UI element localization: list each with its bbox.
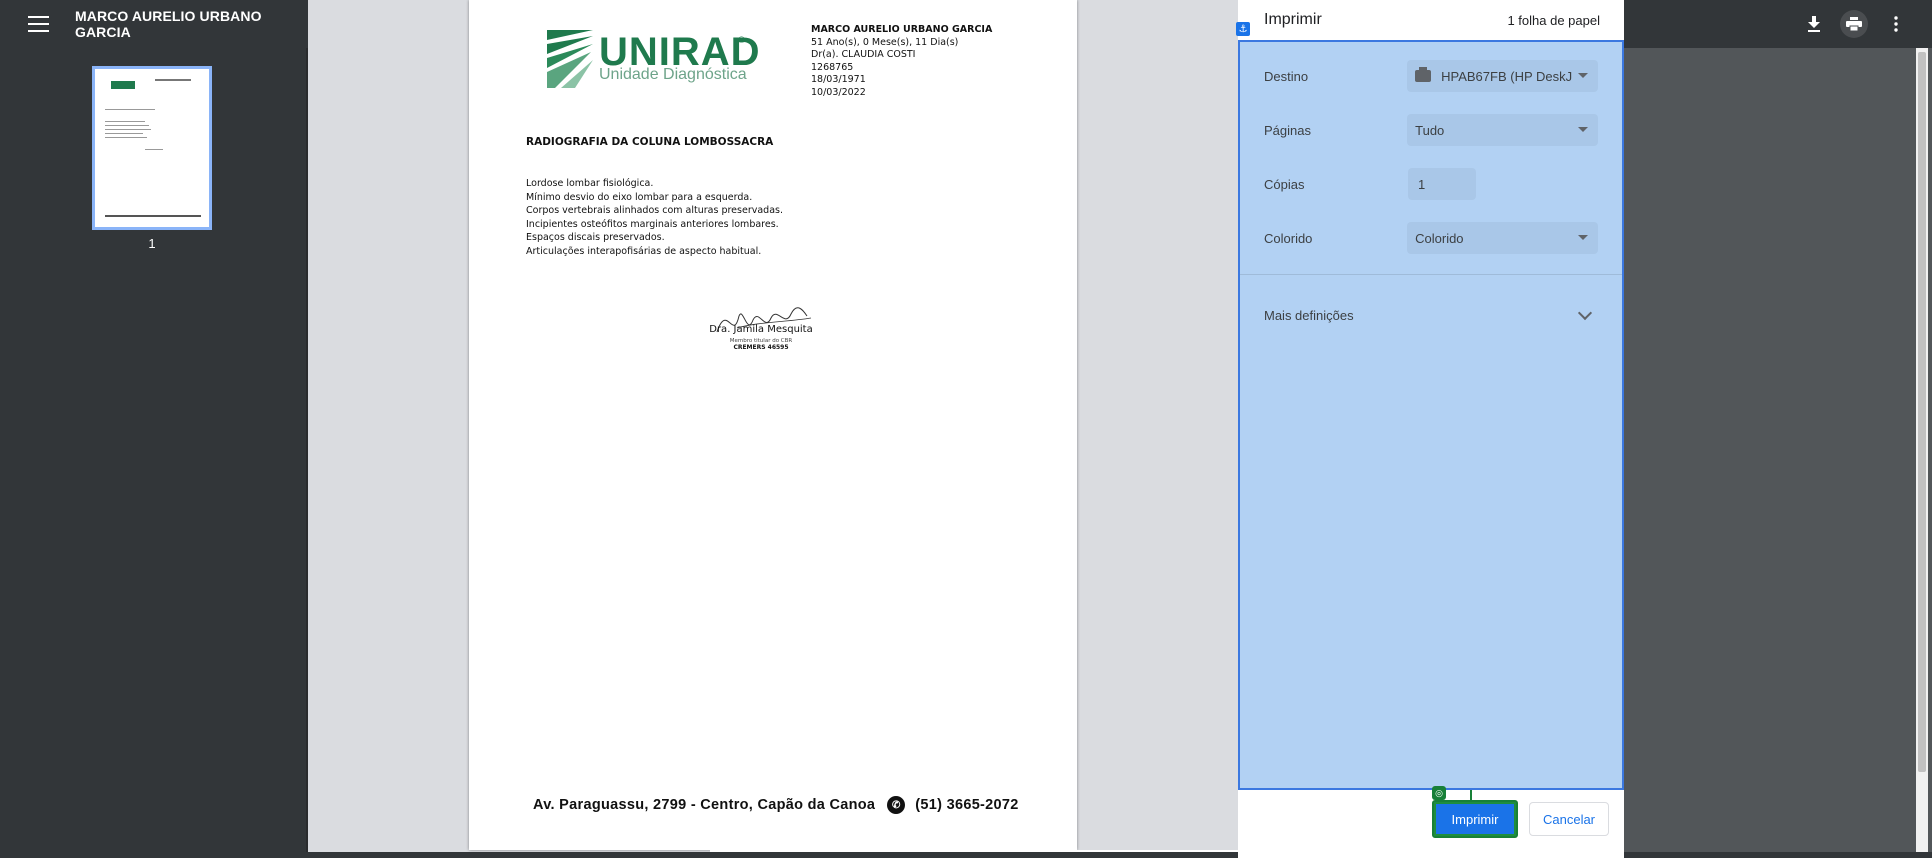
thumbnail-footer xyxy=(105,215,201,217)
print-dialog-header: Imprimir 1 folha de papel xyxy=(1238,0,1624,40)
dropdown-arrow-icon xyxy=(1578,73,1588,78)
finding-line: Espaços discais preservados. xyxy=(526,232,665,244)
exam-title: RADIOGRAFIA DA COLUNA LOMBOSSACRA xyxy=(526,136,774,148)
pages-select[interactable]: Tudo xyxy=(1407,114,1598,146)
print-button[interactable]: Imprimir xyxy=(1432,800,1518,838)
destination-row: Destino HPAB67FB (HP DeskJ xyxy=(1264,60,1598,92)
color-row: Colorido Colorido xyxy=(1264,222,1598,254)
thumbnail-line xyxy=(105,137,147,138)
copies-label: Cópias xyxy=(1264,176,1305,192)
copies-input[interactable]: 1 xyxy=(1408,168,1476,200)
chevron-down-icon xyxy=(1577,305,1593,321)
pages-label: Páginas xyxy=(1264,122,1311,138)
thumbnail-signature xyxy=(145,149,163,150)
destination-label: Destino xyxy=(1264,68,1309,84)
signature-crm: CREMERS 46595 xyxy=(733,344,789,351)
thumbnail-sidebar: 1 xyxy=(0,48,308,858)
footer-address: Av. Paraguassu, 2799 - Centro, Capão da … xyxy=(533,797,876,813)
pdf-page: UNIRAD ® Unidade Diagnóstica MARCO AUREL… xyxy=(469,0,1077,850)
exam-date: 10/03/2022 xyxy=(811,86,866,98)
thumbnail-page-number: 1 xyxy=(148,236,156,251)
more-settings-toggle[interactable]: Mais definições xyxy=(1264,300,1598,330)
copies-row: Cópias 1 xyxy=(1264,168,1598,200)
thumbnail-line xyxy=(105,133,143,134)
viewer-background-right xyxy=(1624,48,1932,858)
color-select[interactable]: Colorido xyxy=(1407,222,1598,254)
thumbnail-line xyxy=(105,125,149,126)
finding-line: Incipientes osteófitos marginais anterio… xyxy=(526,218,779,230)
anchor-icon: ⚓ xyxy=(1236,22,1250,36)
finding-line: Lordose lombar fisiológica. xyxy=(526,178,654,189)
patient-info: MARCO AURELIO URBANO GARCIA 51 Ano(s), 0… xyxy=(811,24,992,99)
bottom-strip xyxy=(0,852,1932,858)
print-dialog-title: Imprimir xyxy=(1264,11,1322,28)
finding-line: Articulações interapofisárias de aspecto… xyxy=(526,245,762,257)
patient-age: 51 Ano(s), 0 Mese(s), 11 Dia(s) xyxy=(811,36,959,48)
birth-date: 18/03/1971 xyxy=(811,74,866,85)
logo-tagline: Unidade Diagnóstica xyxy=(599,66,747,83)
patient-name: MARCO AURELIO URBANO GARCIA xyxy=(811,24,993,35)
destination-value: HPAB67FB (HP DeskJ xyxy=(1441,68,1573,84)
registered-mark: ® xyxy=(737,36,746,46)
download-icon[interactable] xyxy=(1800,10,1828,38)
settings-divider xyxy=(1240,274,1622,275)
menu-icon[interactable] xyxy=(28,16,49,32)
destination-select[interactable]: HPAB67FB (HP DeskJ xyxy=(1407,60,1598,92)
signature-name: Dra. Jamila Mesquita xyxy=(709,324,813,335)
thumbnail-line xyxy=(105,121,145,122)
viewer-toolbar: MARCO AURELIO URBANO GARCIA xyxy=(0,0,310,48)
thumbnail-header xyxy=(155,79,191,81)
finding-line: Mínimo desvio do eixo lombar para a esqu… xyxy=(526,191,753,203)
finding-line: Corpos vertebrais alinhados com alturas … xyxy=(526,205,783,217)
print-icon[interactable] xyxy=(1840,10,1868,38)
print-dialog: Imprimir 1 folha de papel ⚓ Destino HPAB… xyxy=(1236,0,1624,858)
dropdown-arrow-icon xyxy=(1578,127,1588,132)
page-thumbnail[interactable] xyxy=(92,66,212,230)
scrollbar-thumb[interactable] xyxy=(1918,52,1926,772)
color-value: Colorido xyxy=(1415,230,1464,246)
findings-list: Lordose lombar fisiológica. Mínimo desvi… xyxy=(526,177,783,259)
sheet-count: 1 folha de papel xyxy=(1507,12,1600,28)
printer-icon xyxy=(1415,67,1432,82)
patient-id: 1268765 xyxy=(811,61,854,73)
color-label: Colorido xyxy=(1264,230,1313,246)
document-title: MARCO AURELIO URBANO GARCIA xyxy=(74,8,262,40)
viewer-toolbar-right xyxy=(1624,0,1932,48)
target-marker-icon: ◎ xyxy=(1432,786,1446,800)
more-settings-label: Mais definições xyxy=(1264,307,1354,323)
whatsapp-icon: ✆ xyxy=(887,796,906,814)
footer-phone: (51) 3665-2072 xyxy=(915,797,1019,813)
print-settings-panel: ⚓ Destino HPAB67FB (HP DeskJ Páginas Tud… xyxy=(1236,22,1624,790)
thumbnail-line xyxy=(105,109,155,110)
referring-doctor: Dr(a). CLAUDIA COSTI xyxy=(811,49,916,60)
thumbnail-logo xyxy=(111,81,135,89)
more-vert-icon[interactable] xyxy=(1882,10,1910,38)
thumbnail-line xyxy=(105,129,151,130)
cancel-button[interactable]: Cancelar xyxy=(1529,802,1609,836)
pages-value: Tudo xyxy=(1415,122,1445,138)
pages-row: Páginas Tudo xyxy=(1264,114,1598,146)
dropdown-arrow-icon xyxy=(1578,235,1588,240)
page-footer: Av. Paraguassu, 2799 - Centro, Capão da … xyxy=(533,796,1019,814)
unirad-logo-icon xyxy=(547,30,593,88)
